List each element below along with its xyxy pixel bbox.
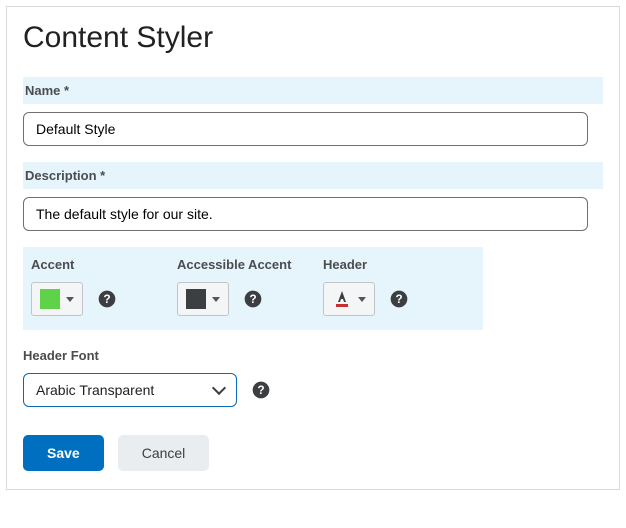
- header-label: Header: [323, 257, 469, 272]
- help-icon[interactable]: ?: [243, 289, 263, 309]
- description-field: Description *: [23, 162, 603, 231]
- header-font-value: Arabic Transparent: [36, 382, 154, 398]
- help-icon[interactable]: ?: [389, 289, 409, 309]
- caret-down-icon: [212, 297, 220, 302]
- accessible-accent-label: Accessible Accent: [177, 257, 323, 272]
- actions-row: Save Cancel: [23, 435, 603, 471]
- color-row: Accent ? Accessible Accent ?: [23, 247, 483, 330]
- svg-text:?: ?: [249, 293, 256, 306]
- svg-text:?: ?: [103, 293, 110, 306]
- accent-swatch: [40, 289, 60, 309]
- save-button[interactable]: Save: [23, 435, 104, 471]
- description-label: Description: [25, 168, 97, 183]
- header-color-picker[interactable]: [323, 282, 375, 316]
- header-font-label: Header Font: [23, 348, 603, 363]
- cancel-button[interactable]: Cancel: [118, 435, 210, 471]
- header-font-field: Header Font Arabic Transparent ?: [23, 348, 603, 407]
- chevron-down-icon: [212, 381, 226, 395]
- svg-text:?: ?: [257, 384, 264, 397]
- header-group: Header ?: [323, 257, 469, 316]
- accent-color-picker[interactable]: [31, 282, 83, 316]
- help-icon[interactable]: ?: [97, 289, 117, 309]
- description-input[interactable]: [23, 197, 588, 231]
- svg-text:?: ?: [395, 293, 402, 306]
- accent-group: Accent ?: [31, 257, 177, 316]
- name-label: Name: [25, 83, 60, 98]
- caret-down-icon: [66, 297, 74, 302]
- font-color-icon: [332, 289, 352, 309]
- accessible-swatch: [186, 289, 206, 309]
- name-label-row: Name *: [23, 77, 603, 104]
- required-marker: *: [100, 168, 105, 183]
- page-title: Content Styler: [23, 21, 603, 55]
- accessible-accent-color-picker[interactable]: [177, 282, 229, 316]
- caret-down-icon: [358, 297, 366, 302]
- name-input[interactable]: [23, 112, 588, 146]
- content-styler-panel: Content Styler Name * Description * Acce…: [6, 6, 620, 490]
- accent-label: Accent: [31, 257, 177, 272]
- name-field: Name *: [23, 77, 603, 146]
- accessible-accent-group: Accessible Accent ?: [177, 257, 323, 316]
- header-font-select[interactable]: Arabic Transparent: [23, 373, 237, 407]
- required-marker: *: [64, 83, 69, 98]
- help-icon[interactable]: ?: [251, 380, 271, 400]
- description-label-row: Description *: [23, 162, 603, 189]
